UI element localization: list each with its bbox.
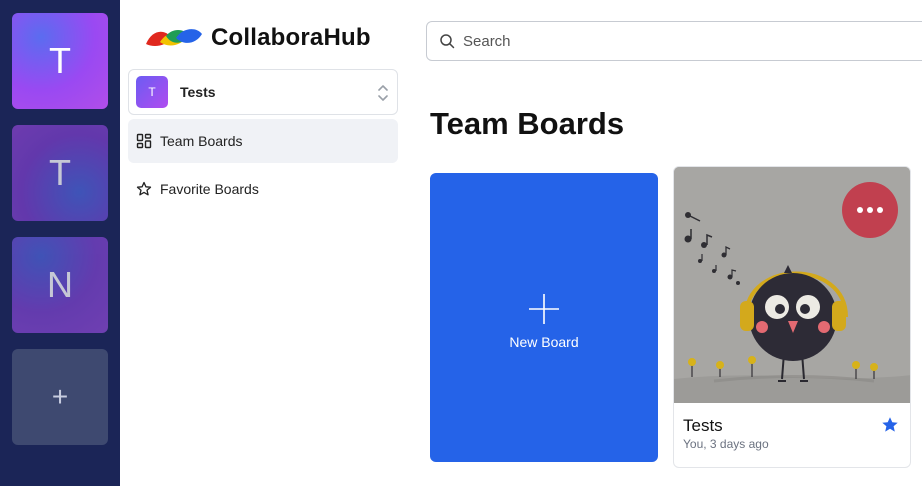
page-title: Team Boards xyxy=(430,106,625,141)
board-card[interactable]: Tests You, 3 days ago xyxy=(673,166,911,468)
search-icon xyxy=(440,34,455,49)
nav-team-boards[interactable]: Team Boards xyxy=(128,119,398,163)
search-input[interactable] xyxy=(463,32,863,50)
sidebar: CollaboraHub T Tests Team Boards Favorit… xyxy=(120,0,408,486)
org-button-3[interactable]: N xyxy=(12,237,108,333)
org-initial: T xyxy=(49,152,71,193)
new-board-button[interactable]: New Board xyxy=(430,173,658,462)
app: T T N + CollaboraHub T Tests Team Boards… xyxy=(0,0,922,486)
dot xyxy=(857,207,863,213)
logo-icon xyxy=(146,29,202,46)
nav-favorite-boards[interactable]: Favorite Boards xyxy=(128,167,398,211)
plus-icon: + xyxy=(51,381,69,412)
logo[interactable]: CollaboraHub xyxy=(144,20,371,56)
board-menu-button[interactable] xyxy=(842,182,898,238)
org-initial: N xyxy=(47,264,73,305)
org-avatar: T xyxy=(136,76,168,108)
nav-label: Favorite Boards xyxy=(160,181,259,197)
chevron-up-down-icon xyxy=(378,85,388,101)
board-meta: You, 3 days ago xyxy=(683,437,769,451)
star-icon xyxy=(136,181,152,196)
org-switcher[interactable]: T Tests xyxy=(128,69,398,115)
org-name: Tests xyxy=(180,84,216,100)
org-rail: T T N + xyxy=(0,0,120,486)
board-name: Tests xyxy=(683,416,723,435)
board-thumbnail xyxy=(674,167,910,403)
search-bar xyxy=(426,21,922,61)
add-org-button[interactable]: + xyxy=(12,349,108,445)
favorite-star-icon[interactable] xyxy=(881,416,899,434)
new-board-label: New Board xyxy=(509,334,579,350)
org-initial: T xyxy=(49,40,71,81)
org-button-2[interactable]: T xyxy=(12,125,108,221)
plus-icon xyxy=(529,294,559,324)
org-button-1[interactable]: T xyxy=(12,13,108,109)
dot xyxy=(867,207,873,213)
brand-name: CollaboraHub xyxy=(211,24,371,51)
dot xyxy=(877,207,883,213)
dashboard-icon xyxy=(136,133,152,149)
nav-label: Team Boards xyxy=(160,133,243,149)
